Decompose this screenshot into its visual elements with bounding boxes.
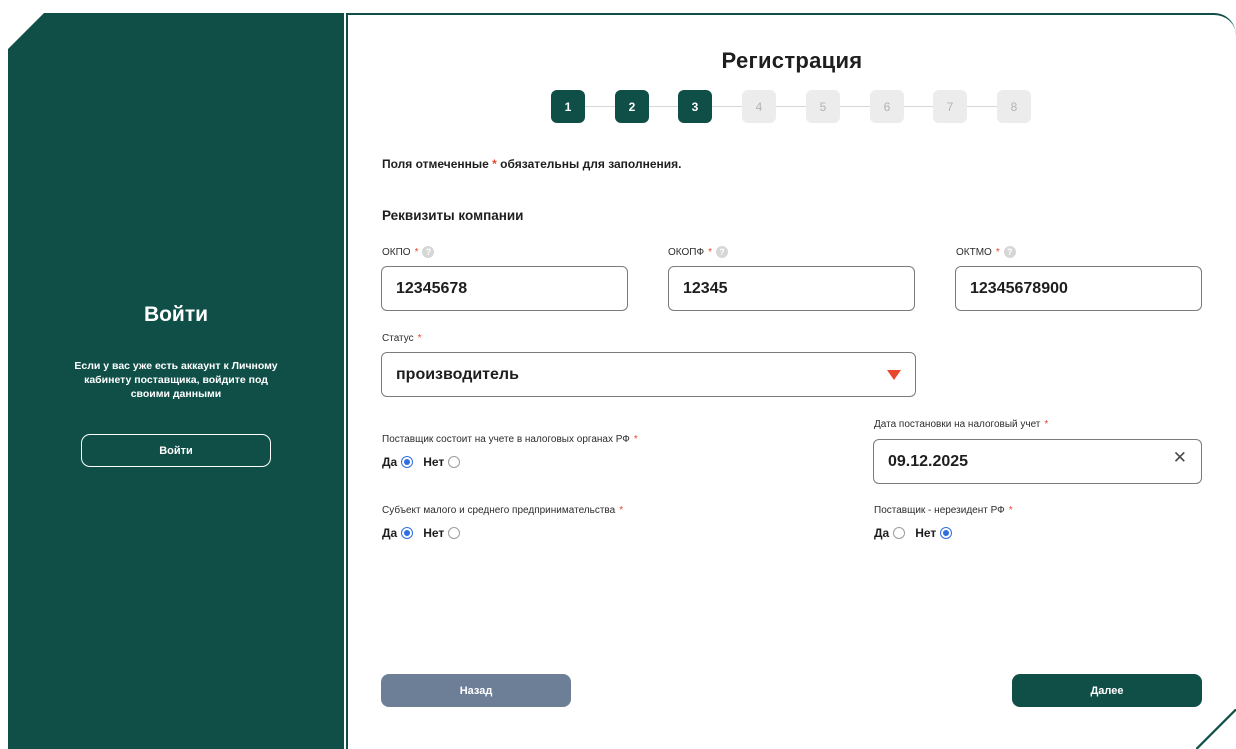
- tax-registered-radio-group: Да Нет: [382, 455, 466, 469]
- stepper: 1 2 3 4 5 6 7 8: [551, 90, 1033, 124]
- nonresident-radio-no[interactable]: [940, 527, 953, 539]
- sme-radio-yes[interactable]: [401, 527, 414, 539]
- tax-registered-radio-yes[interactable]: [401, 456, 414, 468]
- sme-radio-no[interactable]: [448, 527, 461, 539]
- required-note: Поля отмеченные * обязательны для заполн…: [382, 157, 681, 171]
- okopf-label: ОКОПФ * ?: [668, 246, 728, 258]
- tax-date-label-text: Дата постановки на налоговый учет: [874, 419, 1041, 430]
- step-4: 4: [742, 90, 776, 123]
- status-label-text: Статус: [382, 333, 414, 344]
- oktmo-input[interactable]: [955, 266, 1202, 311]
- nonresident-radio-group: Да Нет: [874, 526, 958, 540]
- radio-no-label: Нет: [423, 526, 445, 540]
- page-title: Регистрация: [721, 48, 863, 73]
- nonresident-radio-yes[interactable]: [893, 527, 906, 539]
- help-icon[interactable]: ?: [715, 246, 728, 258]
- caret-down-icon[interactable]: [887, 369, 901, 380]
- step-8: 8: [997, 90, 1031, 123]
- help-icon[interactable]: ?: [422, 246, 435, 258]
- tax-registered-label: Поставщик состоит на учете в налоговых о…: [382, 434, 638, 445]
- okopf-label-text: ОКОПФ: [668, 246, 705, 258]
- tax-registered-label-text: Поставщик состоит на учете в налоговых о…: [382, 434, 630, 445]
- radio-yes-label: Да: [382, 526, 398, 540]
- step-7: 7: [933, 90, 967, 123]
- sme-radio-group: Да Нет: [382, 526, 466, 540]
- okpo-input[interactable]: [381, 266, 628, 311]
- required-asterisk: *: [414, 246, 419, 258]
- oktmo-label: ОКТМО * ?: [956, 246, 1016, 258]
- help-icon[interactable]: ?: [1003, 246, 1016, 258]
- tax-date-input[interactable]: 09.12.2025 ✕: [873, 439, 1202, 484]
- status-label: Статус *: [382, 333, 422, 344]
- tax-date-label: Дата постановки на налоговый учет *: [874, 419, 1048, 430]
- oktmo-label-text: ОКТМО: [956, 246, 992, 258]
- okpo-label: ОКПО * ?: [382, 246, 435, 258]
- next-button[interactable]: Далее: [1012, 674, 1202, 707]
- step-5: 5: [806, 90, 840, 123]
- required-asterisk: *: [619, 505, 624, 516]
- required-asterisk: *: [1008, 505, 1013, 516]
- nonresident-label-text: Поставщик - нерезидент РФ: [874, 505, 1005, 516]
- tax-registered-radio-no[interactable]: [448, 456, 461, 468]
- okpo-label-text: ОКПО: [382, 246, 411, 258]
- login-panel: Войти Если у вас уже есть аккаунт к Личн…: [8, 13, 344, 749]
- login-title: Войти: [143, 303, 209, 326]
- step-1[interactable]: 1: [551, 90, 585, 123]
- login-button[interactable]: Войти: [81, 434, 271, 467]
- status-select-value: производитель: [396, 365, 519, 383]
- required-asterisk: *: [417, 333, 422, 344]
- step-3[interactable]: 3: [678, 90, 712, 123]
- radio-no-label: Нет: [915, 526, 937, 540]
- back-button[interactable]: Назад: [381, 674, 571, 707]
- required-asterisk: *: [708, 246, 712, 258]
- sme-label: Субъект малого и среднего предпринимател…: [382, 505, 623, 516]
- card-corner-decoration: [1196, 709, 1236, 749]
- step-6: 6: [870, 90, 904, 123]
- required-note-text-before: Поля отмеченные: [382, 157, 493, 171]
- tax-date-value: 09.12.2025: [888, 452, 969, 470]
- radio-yes-label: Да: [382, 455, 398, 469]
- required-asterisk: *: [995, 246, 1000, 258]
- nonresident-label: Поставщик - нерезидент РФ *: [874, 505, 1013, 516]
- okopf-input[interactable]: [668, 266, 915, 311]
- registration-card: Регистрация 1 2 3 4 5 6 7 8 Поля отмечен…: [346, 13, 1236, 749]
- step-2[interactable]: 2: [615, 90, 649, 123]
- required-asterisk: *: [1044, 419, 1049, 430]
- required-note-text-after: обязательны для заполнения.: [496, 157, 682, 171]
- sme-label-text: Субъект малого и среднего предпринимател…: [382, 505, 616, 516]
- close-icon[interactable]: ✕: [1173, 449, 1187, 466]
- radio-no-label: Нет: [423, 455, 445, 469]
- section-title: Реквизиты компании: [382, 208, 524, 223]
- required-asterisk: *: [633, 434, 638, 445]
- status-select[interactable]: производитель: [381, 352, 916, 397]
- radio-yes-label: Да: [874, 526, 890, 540]
- login-description: Если у вас уже есть аккаунт к Личному ка…: [74, 360, 278, 400]
